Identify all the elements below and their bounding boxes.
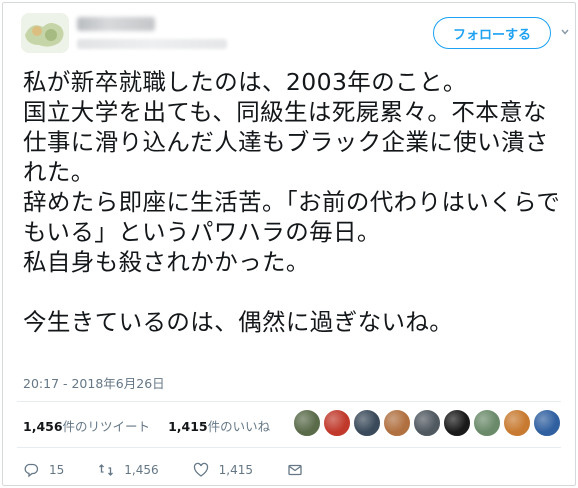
retweet-count: 1,456 (124, 463, 159, 477)
follow-button[interactable]: フォローする (433, 17, 551, 49)
liker-avatar[interactable] (353, 409, 381, 437)
divider (17, 447, 561, 448)
tweet-actions: 15 1,456 1,415 (23, 461, 347, 479)
reply-count: 15 (49, 463, 65, 477)
tweet-timestamp[interactable]: 20:17 - 2018年6月26日 (23, 373, 165, 392)
retweet-icon (99, 464, 114, 476)
like-button[interactable]: 1,415 (193, 462, 253, 478)
chevron-down-icon[interactable] (560, 27, 570, 37)
heart-icon (193, 462, 208, 477)
divider (17, 401, 561, 402)
user-avatar[interactable] (21, 13, 69, 53)
like-stat[interactable]: 1,415 件のいいね (168, 416, 270, 435)
reply-button[interactable]: 15 (23, 462, 64, 478)
user-handle-redacted (77, 39, 227, 49)
tweet-card: フォローする 私が新卒就職したのは、2003年のこと。 国立大学を出ても、同級生… (2, 2, 576, 486)
liker-avatars (293, 409, 563, 439)
liker-avatar[interactable] (533, 409, 561, 437)
reply-icon (24, 463, 39, 478)
like-stat-label: 件のいいね (207, 418, 271, 434)
liker-avatar[interactable] (413, 409, 441, 437)
envelope-icon (288, 464, 302, 476)
engagement-stats: 1,456 件のリツイート 1,415 件のいいね (23, 413, 288, 437)
display-name-redacted (77, 17, 155, 31)
retweet-stat[interactable]: 1,456 件のリツイート (23, 416, 150, 435)
like-count: 1,415 (218, 463, 253, 477)
liker-avatar[interactable] (473, 409, 501, 437)
retweet-button[interactable]: 1,456 (98, 462, 159, 478)
liker-avatar[interactable] (503, 409, 531, 437)
retweet-stat-label: 件のリツイート (62, 418, 151, 434)
tweet-header: フォローする (17, 11, 569, 59)
liker-avatar[interactable] (383, 409, 411, 437)
direct-message-button[interactable] (287, 462, 313, 478)
liker-avatar[interactable] (293, 409, 321, 437)
liker-avatar[interactable] (323, 409, 351, 437)
tweet-text: 私が新卒就職したのは、2003年のこと。 国立大学を出ても、同級生は死屍累々。不… (23, 68, 561, 336)
liker-avatar[interactable] (443, 409, 471, 437)
like-stat-count: 1,415 (168, 418, 208, 434)
retweet-stat-count: 1,456 (23, 418, 63, 434)
